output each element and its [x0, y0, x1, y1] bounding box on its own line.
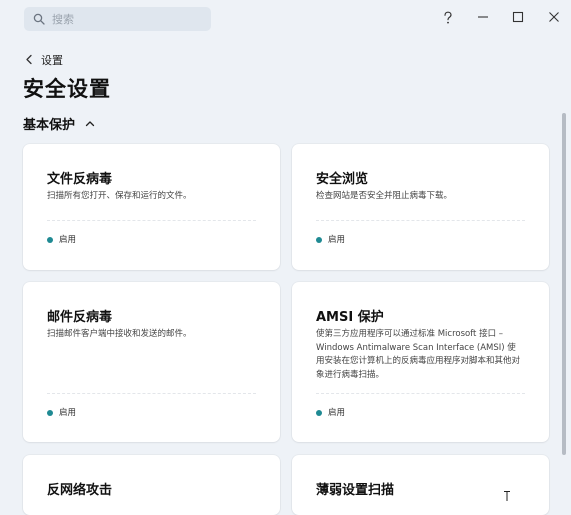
section-header-basic-protection[interactable]: 基本保护 [23, 114, 113, 134]
status-dot [47, 237, 53, 243]
search-icon [33, 13, 45, 25]
card-safe-browsing[interactable]: 安全浏览 检查网站是否安全并阻止病毒下载。 启用 [292, 144, 549, 270]
minimize-icon [478, 16, 488, 18]
close-icon [549, 12, 559, 22]
status-label: 启用 [59, 235, 77, 245]
status-label: 启用 [59, 408, 77, 418]
card-title: AMSI 保护 [316, 310, 384, 325]
card-divider [47, 393, 256, 394]
help-button[interactable] [436, 6, 460, 28]
help-icon [444, 11, 452, 24]
chevron-left-icon [26, 54, 32, 65]
maximize-button[interactable] [506, 6, 530, 28]
status-dot [316, 410, 322, 416]
card-description: 使第三方应用程序可以通过标准 Microsoft 接口 – Windows An… [316, 329, 521, 380]
status-dot [47, 410, 53, 416]
maximize-icon [512, 11, 524, 23]
card-description: 检查网站是否安全并阻止病毒下载。 [316, 191, 453, 201]
card-divider [316, 393, 525, 394]
card-divider [47, 220, 256, 221]
page-title: 安全设置 [23, 77, 111, 101]
card-description: 扫描所有您打开、保存和运行的文件。 [47, 191, 192, 201]
card-weak-settings-scan[interactable]: 薄弱设置扫描 [292, 455, 549, 515]
card-network-attack-blocker[interactable]: 反网络攻击 [23, 455, 280, 515]
back-label: 设置 [41, 54, 63, 67]
card-mail-antivirus[interactable]: 邮件反病毒 扫描邮件客户端中接收和发送的邮件。 启用 [23, 282, 280, 442]
title-bar [0, 0, 571, 40]
chevron-up-icon [85, 121, 95, 127]
card-title: 邮件反病毒 [47, 310, 113, 325]
card-file-antivirus[interactable]: 文件反病毒 扫描所有您打开、保存和运行的文件。 启用 [23, 144, 280, 270]
card-title: 薄弱设置扫描 [316, 483, 395, 498]
status-dot [316, 237, 322, 243]
minimize-button[interactable] [471, 6, 495, 28]
card-divider [316, 220, 525, 221]
status-label: 启用 [328, 408, 346, 418]
search-input[interactable] [52, 10, 202, 28]
status-label: 启用 [328, 235, 346, 245]
card-title: 安全浏览 [316, 172, 369, 187]
search-box[interactable] [24, 7, 211, 31]
scrollbar[interactable] [562, 113, 566, 455]
close-button[interactable] [542, 6, 566, 28]
card-title: 文件反病毒 [47, 172, 113, 187]
section-title: 基本保护 [23, 118, 76, 133]
card-description: 扫描邮件客户端中接收和发送的邮件。 [47, 329, 192, 339]
card-title: 反网络攻击 [47, 483, 113, 498]
back-link[interactable]: 设置 [24, 51, 84, 69]
card-amsi-protection[interactable]: AMSI 保护 使第三方应用程序可以通过标准 Microsoft 接口 – Wi… [292, 282, 549, 442]
